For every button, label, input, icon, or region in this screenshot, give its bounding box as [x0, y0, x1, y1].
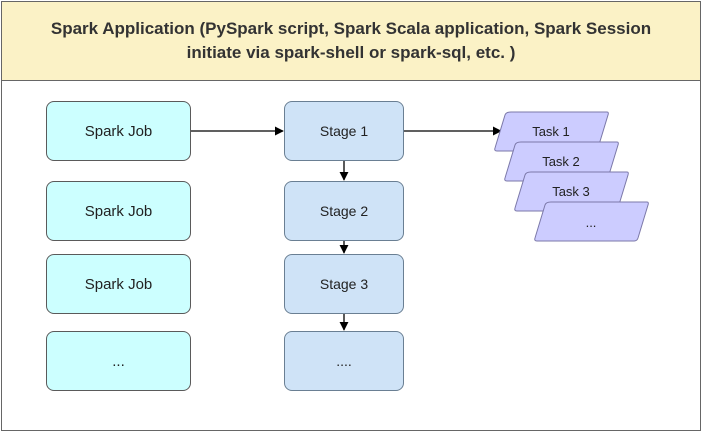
task-label: Task 1	[532, 124, 570, 139]
diagram-canvas: Spark Application (PySpark script, Spark…	[0, 0, 703, 433]
task-label: ...	[586, 215, 597, 230]
task-label: Task 2	[542, 154, 580, 169]
task-label: Task 3	[552, 184, 590, 199]
task-shape-more: ...	[534, 201, 649, 242]
connectors-and-tasks: Task 1 Task 2 Task 3 ...	[191, 111, 649, 331]
